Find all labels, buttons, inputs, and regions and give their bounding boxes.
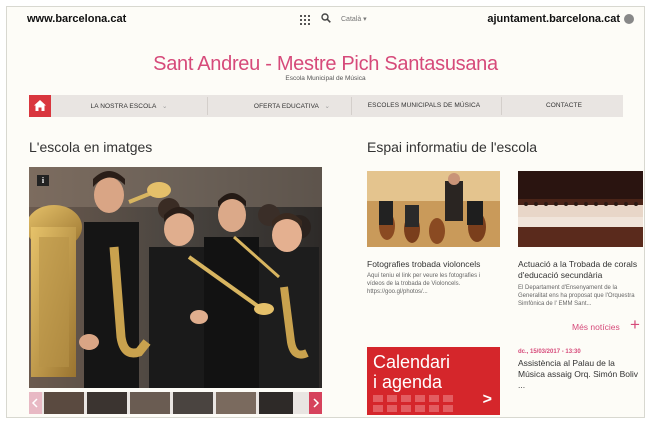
gallery-heading: L'escola en imatges (29, 139, 153, 155)
nav-item-oferta-educativa[interactable]: OFERTA EDUCATIVA ⌄ (217, 102, 367, 110)
gallery-thumbnail[interactable] (216, 392, 256, 414)
nav-item-contacte[interactable]: CONTACTE (514, 102, 614, 109)
nav-label: OFERTA EDUCATIVA (253, 103, 319, 110)
gallery-photo[interactable]: i (29, 167, 322, 388)
news-text-violoncels: Aquí teniu el link per veure les fotogra… (367, 273, 481, 295)
orchestra-photo-image (29, 167, 322, 388)
next-arrow-button[interactable] (309, 392, 322, 414)
news-text-corals: El Departament d'Ensenyament de la Gener… (518, 285, 635, 307)
main-nav: LA NOSTRA ESCOLA ⌄ OFERTA EDUCATIVA ⌄ ES… (29, 95, 623, 117)
home-button[interactable] (29, 95, 51, 117)
chevron-down-icon: ⌄ (161, 103, 168, 110)
nav-divider (351, 97, 352, 115)
event-date: dc., 15/03/2017 - 13:30 (518, 349, 581, 355)
calendar-agenda-banner[interactable]: Calendari i agenda > (367, 347, 500, 415)
nav-item-escoles-municipals[interactable]: ESCOLES MUNICIPALS DE MÚSICA (354, 102, 494, 109)
nav-label: CONTACTE (545, 102, 583, 109)
gallery-thumbnail[interactable] (44, 392, 84, 414)
gallery-thumbnails (29, 392, 322, 414)
school-subtitle: Escola Municipal de Música (285, 75, 366, 82)
gallery-thumbnail[interactable] (259, 392, 293, 414)
news-title-corals[interactable]: Actuació a la Trobada de corals d'educac… (518, 259, 643, 281)
nav-label: LA NOSTRA ESCOLA (90, 103, 157, 110)
agenda-label: i agenda (373, 372, 443, 392)
choir-concert-image (518, 171, 643, 247)
chevron-left-icon (31, 398, 38, 408)
chevron-down-icon: ⌄ (324, 103, 331, 110)
info-icon[interactable]: i (37, 175, 49, 186)
search-icon[interactable] (321, 13, 331, 23)
barcelona-link[interactable]: www.barcelona.cat (27, 13, 126, 25)
prev-arrow-button[interactable] (29, 392, 42, 414)
arrow-right-icon: > (482, 391, 492, 408)
gallery-thumbnail[interactable] (87, 392, 127, 414)
browser-page: www.barcelona.cat Català ▾ ajuntament.ba… (6, 6, 645, 418)
language-select[interactable]: Català ▾ (341, 15, 367, 23)
news-image-corals[interactable] (518, 171, 643, 247)
top-bar: www.barcelona.cat Català ▾ ajuntament.ba… (7, 7, 644, 31)
event-title[interactable]: Assistència al Palau de la Música assaig… (518, 358, 643, 391)
nav-label: ESCOLES MUNICIPALS DE MÚSICA (367, 102, 481, 109)
news-title-violoncels[interactable]: Fotografies trobada violoncels (367, 259, 502, 270)
chevron-right-icon (313, 398, 320, 408)
calendar-grid-decoration (373, 395, 453, 412)
nav-divider (207, 97, 208, 115)
plus-icon[interactable]: + (630, 316, 640, 333)
home-icon (34, 100, 46, 111)
calendar-label: Calendari (373, 352, 451, 372)
cello-ensemble-image (367, 171, 500, 247)
info-heading: Espai informatiu de l'escola (367, 139, 537, 155)
school-title[interactable]: Sant Andreu - Mestre Pich Santasusana (7, 53, 644, 76)
ajuntament-link[interactable]: ajuntament.barcelona.cat (487, 13, 620, 25)
nav-divider (501, 97, 502, 115)
circle-icon[interactable] (624, 14, 634, 24)
gallery-thumbnail[interactable] (173, 392, 213, 414)
apps-grid-icon[interactable] (300, 15, 310, 25)
gallery-thumbnail[interactable] (130, 392, 170, 414)
news-image-violoncels[interactable] (367, 171, 500, 247)
nav-item-la-nostra-escola[interactable]: LA NOSTRA ESCOLA ⌄ (69, 102, 189, 110)
more-news-link[interactable]: Més notícies (572, 322, 620, 332)
